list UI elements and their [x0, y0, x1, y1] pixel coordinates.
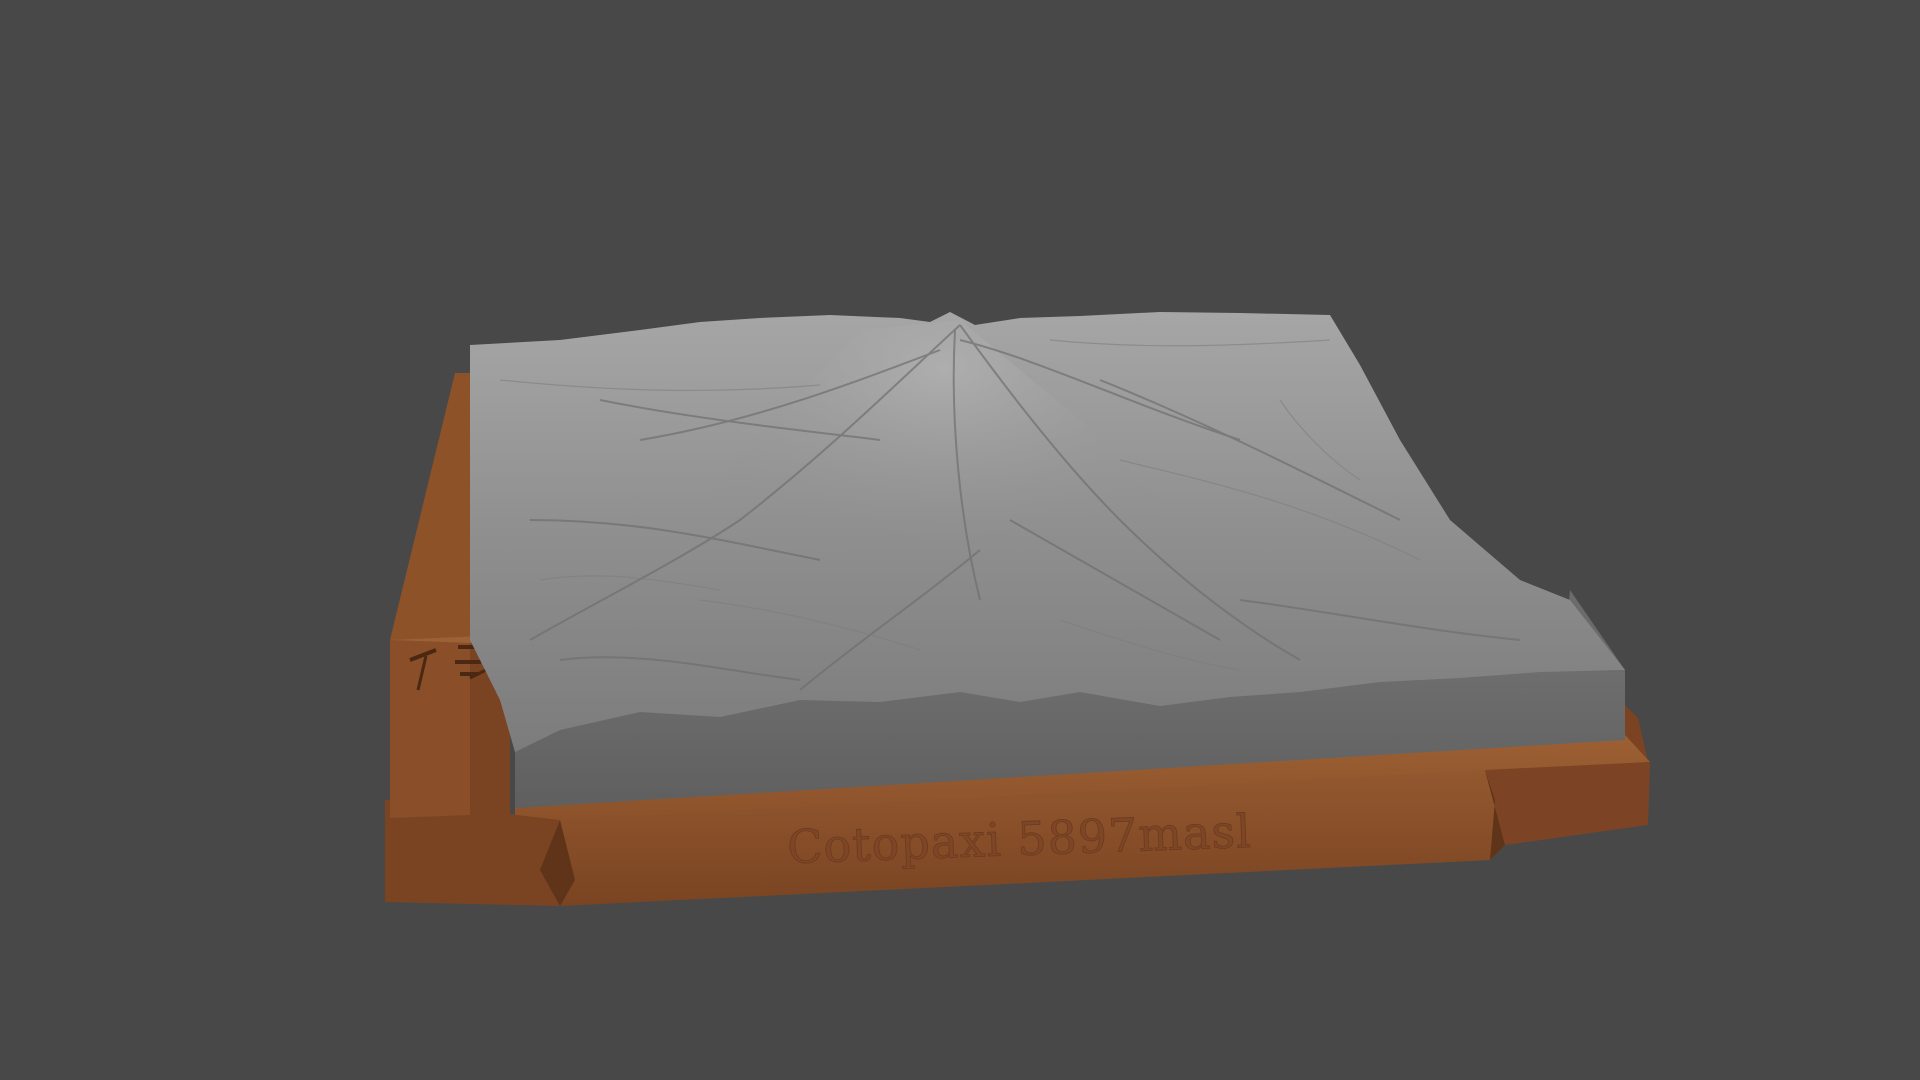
- terrain-block: [470, 312, 1625, 808]
- base-right-front-block: [1485, 762, 1650, 845]
- terrain-model-scene: Cotopaxi 5897masl: [385, 312, 1650, 906]
- tag-front: [390, 640, 470, 818]
- 3d-viewport[interactable]: Cotopaxi 5897masl: [0, 0, 1920, 1080]
